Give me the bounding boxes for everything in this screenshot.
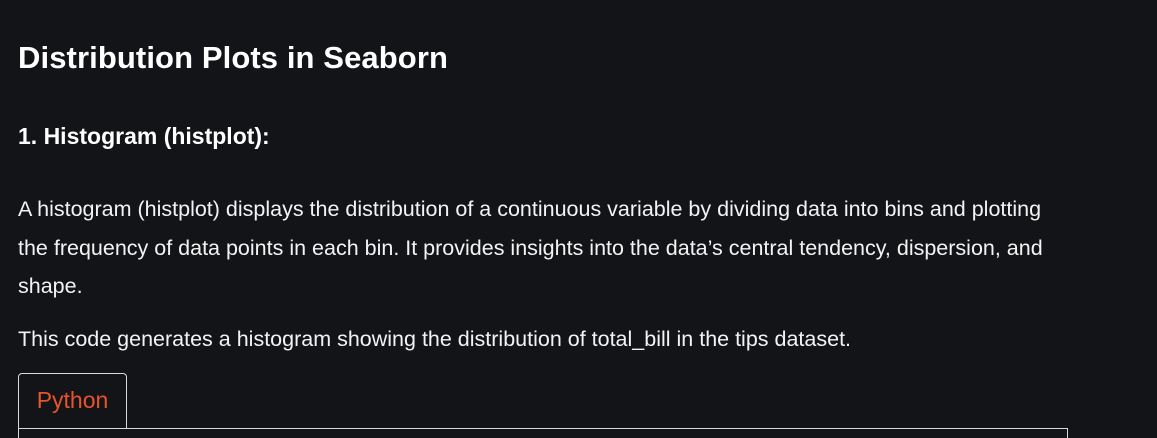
code-intro-paragraph: This code generates a histogram showing … — [18, 327, 852, 351]
histogram-description-paragraph: A histogram (histplot) displays the dist… — [18, 197, 1043, 298]
tab-python-label: Python — [36, 387, 109, 413]
section-heading-histogram: 1. Histogram (histplot): — [18, 123, 270, 149]
code-tabs: Python — [18, 373, 1068, 438]
tab-python[interactable]: Python — [18, 373, 127, 428]
page-title: Distribution Plots in Seaborn — [18, 40, 449, 75]
code-block-area — [18, 429, 1068, 438]
